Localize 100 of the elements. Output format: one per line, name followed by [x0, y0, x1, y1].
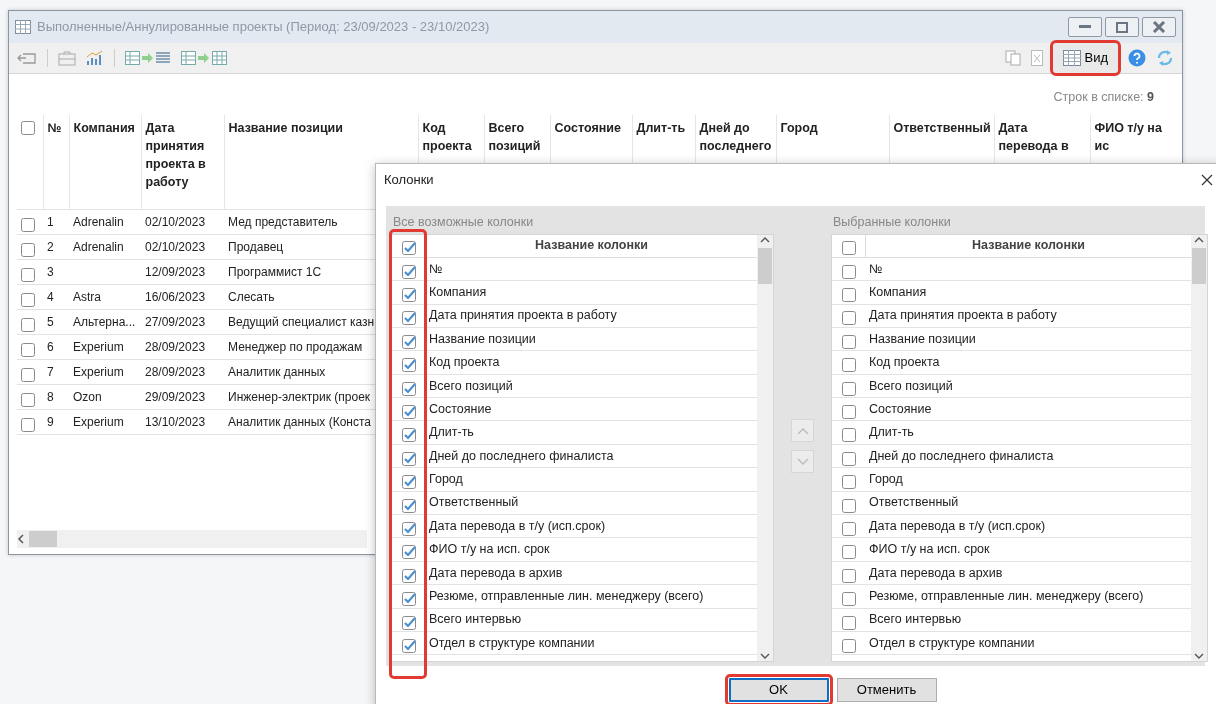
checkbox[interactable]	[21, 315, 35, 330]
scroll-thumb[interactable]	[29, 531, 57, 547]
checkbox[interactable]	[842, 472, 856, 487]
list-item[interactable]: Длит-ть	[866, 423, 914, 443]
list-item[interactable]: Дней до последнего финалиста	[426, 446, 614, 466]
checkbox[interactable]	[842, 589, 856, 604]
checkbox[interactable]	[402, 636, 416, 651]
checkbox[interactable]	[21, 118, 35, 133]
checkbox[interactable]	[842, 449, 856, 464]
checkbox[interactable]	[21, 240, 35, 255]
list-item[interactable]: Состояние	[866, 399, 932, 419]
help-icon[interactable]	[1128, 49, 1146, 67]
list-item[interactable]: Код проекта	[426, 353, 500, 372]
list-item[interactable]: Ответственный	[426, 493, 519, 513]
minimize-button[interactable]	[1067, 17, 1102, 37]
checkbox[interactable]	[21, 290, 35, 305]
list-item[interactable]: Ответственный	[866, 493, 959, 513]
close-icon[interactable]	[1201, 174, 1213, 186]
column-header[interactable]: Ответственный	[893, 118, 990, 137]
checkbox[interactable]	[842, 285, 856, 300]
checkbox[interactable]	[402, 402, 416, 417]
list-item[interactable]: Город	[426, 470, 463, 489]
column-header[interactable]: №	[47, 118, 65, 137]
checkbox[interactable]	[402, 566, 416, 580]
column-header[interactable]: Компания	[73, 118, 137, 137]
list-item[interactable]: №	[426, 259, 443, 279]
vertical-scrollbar[interactable]	[757, 234, 773, 661]
checkbox[interactable]	[842, 542, 856, 557]
checkbox[interactable]	[842, 636, 856, 651]
list-item[interactable]: Город	[866, 470, 903, 489]
column-header[interactable]: Название позиции	[228, 118, 414, 137]
checkbox[interactable]	[842, 566, 856, 580]
checkbox[interactable]	[402, 519, 416, 534]
table-to-table-icon[interactable]	[181, 51, 227, 65]
chart-icon[interactable]	[86, 50, 104, 66]
checkbox[interactable]	[21, 365, 35, 380]
column-header[interactable]: Город	[780, 118, 885, 137]
checkbox[interactable]	[21, 390, 35, 405]
list-item[interactable]: ФИО т/у на исп. срок	[866, 540, 990, 559]
list-item[interactable]: Дней до последнего финалиста	[866, 446, 1054, 466]
list-item[interactable]: Код проекта	[866, 353, 940, 372]
list-item[interactable]: Дата перевода в т/у (исп.срок)	[866, 516, 1046, 536]
column-header[interactable]: Всего позиций	[488, 118, 546, 155]
list-item[interactable]: Название позиции	[866, 329, 976, 349]
column-header[interactable]: ФИО т/у на ис	[1094, 118, 1180, 155]
list-item[interactable]: Дата принятия проекта в работу	[866, 306, 1057, 326]
scroll-thumb[interactable]	[758, 247, 772, 284]
list-item[interactable]: Всего интервью	[866, 610, 962, 630]
checkbox[interactable]	[402, 308, 416, 323]
list-item[interactable]: Дата перевода в архив	[426, 563, 563, 583]
list-item[interactable]: Дата перевода в архив	[866, 563, 1003, 583]
checkbox[interactable]	[842, 519, 856, 534]
list-item[interactable]: Компания	[866, 282, 927, 302]
checkbox[interactable]	[841, 238, 856, 253]
column-header[interactable]: Дата перевода в	[998, 118, 1086, 155]
list-item[interactable]: Состояние	[426, 399, 492, 419]
vertical-scrollbar[interactable]	[1191, 234, 1207, 661]
checkbox[interactable]	[842, 332, 856, 347]
list-item[interactable]: Резюме, отправленные лин. менеджеру (всего)	[426, 587, 704, 606]
copy-icon[interactable]	[1005, 50, 1022, 66]
list-item[interactable]: ФИО т/у на исп. срок	[426, 540, 550, 559]
list-item[interactable]: №	[866, 259, 883, 279]
checkbox[interactable]	[402, 332, 416, 347]
column-header[interactable]: Длит-ть	[636, 118, 691, 137]
list-item[interactable]: Дата перевода в т/у (исп.срок)	[426, 516, 606, 536]
checkbox[interactable]	[402, 449, 416, 464]
cancel-button[interactable]: Отменить	[836, 678, 937, 702]
view-button[interactable]: Вид	[1053, 43, 1118, 73]
column-header[interactable]: Код проекта	[422, 118, 480, 155]
close-button[interactable]	[1142, 17, 1176, 37]
excel-icon[interactable]	[1031, 50, 1044, 66]
list-item[interactable]: Отдел в структуре компании	[426, 633, 595, 653]
column-header[interactable]: Дата принятия проекта в работу	[145, 118, 220, 191]
list-item[interactable]: Всего интервью	[426, 610, 522, 630]
column-header[interactable]: Состояние	[554, 118, 628, 137]
list-item[interactable]: Компания	[426, 282, 487, 302]
checkbox[interactable]	[401, 238, 416, 253]
checkbox[interactable]	[402, 355, 416, 370]
checkbox[interactable]	[21, 215, 35, 230]
list-item[interactable]: Отдел в структуре компании	[866, 633, 1035, 653]
list-item[interactable]: Длит-ть	[426, 423, 474, 443]
checkbox[interactable]	[842, 402, 856, 417]
list-item[interactable]: Дата принятия проекта в работу	[426, 306, 617, 326]
table-to-list-icon[interactable]	[125, 51, 171, 65]
checkbox[interactable]	[842, 355, 856, 370]
checkbox[interactable]	[402, 589, 416, 604]
checkbox[interactable]	[842, 308, 856, 323]
horizontal-scrollbar[interactable]	[17, 530, 367, 548]
maximize-button[interactable]	[1104, 17, 1139, 37]
checkbox[interactable]	[21, 415, 35, 430]
checkbox[interactable]	[402, 285, 416, 300]
refresh-icon[interactable]	[1156, 49, 1174, 67]
checkbox[interactable]	[402, 542, 416, 557]
checkbox[interactable]	[842, 425, 856, 440]
checkbox[interactable]	[402, 472, 416, 487]
checkbox[interactable]	[21, 340, 35, 355]
checkbox[interactable]	[21, 265, 35, 280]
back-icon[interactable]	[17, 51, 37, 65]
checkbox[interactable]	[402, 425, 416, 440]
list-item[interactable]: Всего позиций	[866, 376, 953, 396]
